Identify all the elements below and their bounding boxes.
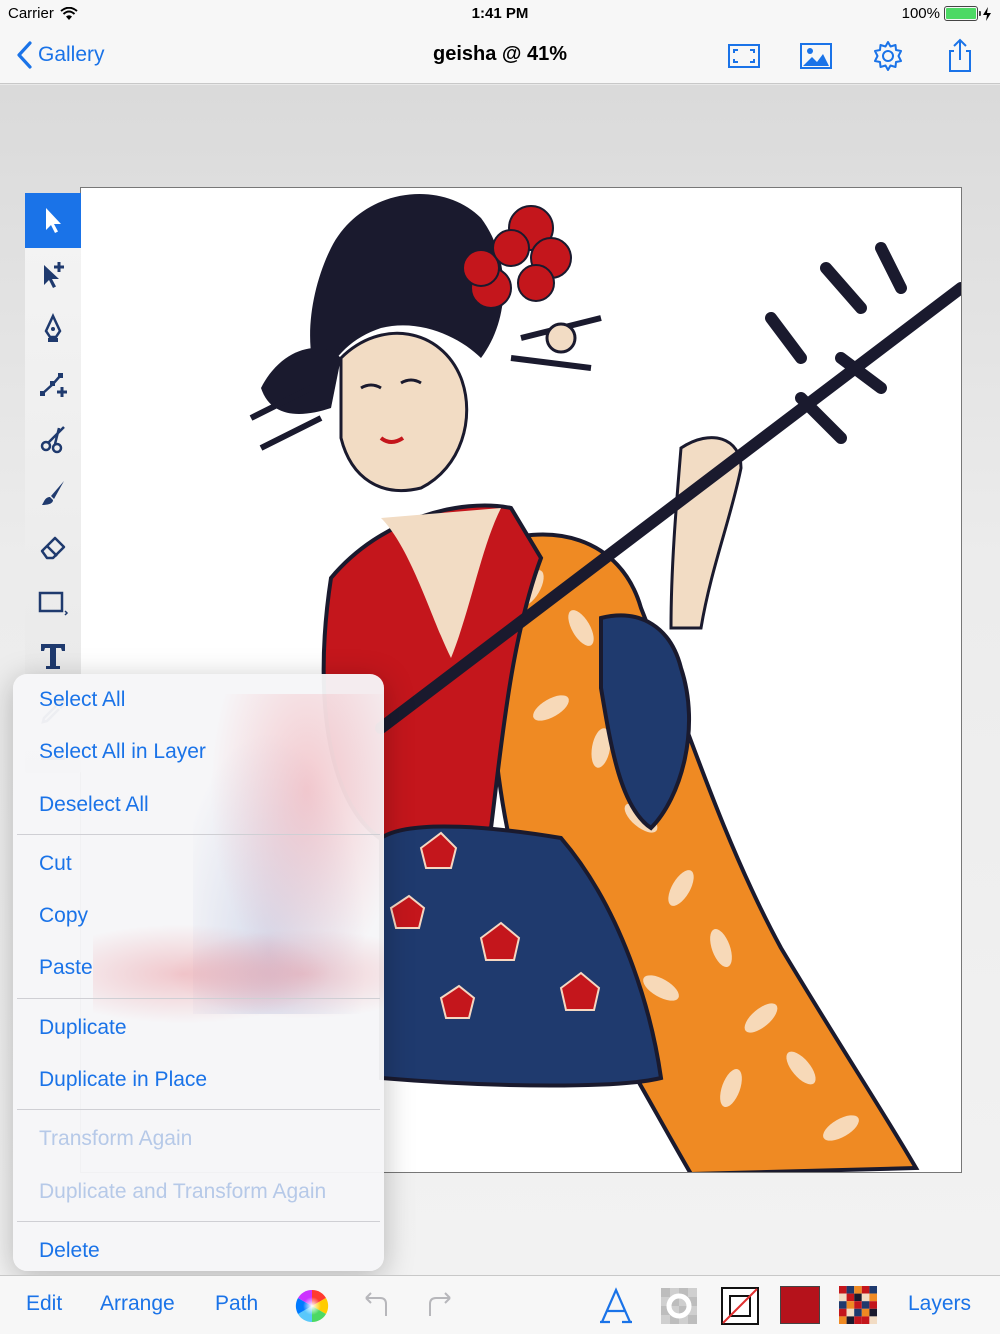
tool-pen[interactable]	[25, 302, 81, 357]
arrange-button[interactable]: Arrange	[100, 1292, 175, 1316]
battery-icon	[944, 6, 981, 21]
font-icon[interactable]	[596, 1286, 636, 1326]
path-button[interactable]: Path	[215, 1292, 258, 1316]
status-time: 1:41 PM	[471, 5, 529, 22]
tool-select[interactable]	[25, 193, 81, 248]
redo-icon[interactable]	[420, 1286, 460, 1326]
pen-icon	[44, 313, 62, 343]
add-node-icon	[40, 372, 67, 397]
gear-icon[interactable]	[870, 38, 906, 74]
eraser-icon	[40, 537, 66, 560]
fullscreen-icon[interactable]	[726, 38, 762, 74]
menu-separator	[17, 833, 380, 835]
menu-separator	[17, 1220, 380, 1222]
text-icon	[41, 644, 65, 670]
menu-duplicate-and-transform-again: Duplicate and Transform Again	[39, 1179, 327, 1203]
tool-add-node[interactable]	[25, 357, 81, 412]
battery-percent: 100%	[901, 5, 940, 22]
menu-deselect-all[interactable]: Deselect All	[13, 779, 384, 831]
color-wheel-icon[interactable]	[294, 1288, 330, 1324]
fill-color-chip	[781, 1287, 819, 1323]
status-bar: Carrier 1:41 PM 100%	[0, 0, 1000, 28]
menu-select-all[interactable]: Select All	[13, 674, 384, 726]
pattern-swatch-icon[interactable]	[838, 1286, 878, 1324]
tool-rectangle[interactable]	[25, 575, 81, 630]
select-arrow-icon	[46, 208, 61, 234]
tool-brush[interactable]	[25, 466, 81, 521]
tool-eraser[interactable]	[25, 520, 81, 575]
menu-delete[interactable]: Delete	[13, 1225, 384, 1271]
stroke-color-icon[interactable]	[720, 1286, 760, 1326]
menu-transform-again: Transform Again	[39, 1127, 193, 1151]
tool-scissors[interactable]	[25, 411, 81, 466]
layers-button[interactable]: Layers	[908, 1292, 971, 1316]
scissors-icon	[40, 426, 65, 454]
fill-color-swatch[interactable]	[780, 1286, 820, 1324]
edit-button[interactable]: Edit	[26, 1292, 62, 1316]
menu-paste[interactable]: Paste	[13, 942, 384, 994]
rectangle-icon	[38, 591, 69, 616]
edit-menu-popover: Select All Select All in Layer Deselect …	[13, 674, 384, 1271]
charging-icon	[983, 6, 991, 21]
tool-direct-select[interactable]	[25, 248, 81, 303]
undo-icon[interactable]	[356, 1286, 396, 1326]
menu-duplicate-in-place[interactable]: Duplicate in Place	[13, 1054, 384, 1106]
menu-cut[interactable]: Cut	[13, 838, 384, 890]
brush-icon	[42, 480, 64, 505]
menu-separator	[17, 997, 380, 999]
menu-select-all-in-layer[interactable]: Select All in Layer	[13, 726, 384, 778]
bottom-toolbar: Edit Arrange Path Layers	[0, 1275, 1000, 1334]
menu-duplicate[interactable]: Duplicate	[13, 1002, 384, 1054]
navigation-bar: Gallery geisha @ 41%	[0, 28, 1000, 84]
menu-separator	[17, 1109, 380, 1111]
battery-group: 100%	[902, 5, 992, 22]
menu-copy[interactable]: Copy	[13, 890, 384, 942]
direct-select-icon	[44, 261, 64, 288]
share-icon[interactable]	[942, 38, 978, 74]
stroke-style-icon[interactable]	[659, 1286, 699, 1326]
image-icon[interactable]	[798, 38, 834, 74]
